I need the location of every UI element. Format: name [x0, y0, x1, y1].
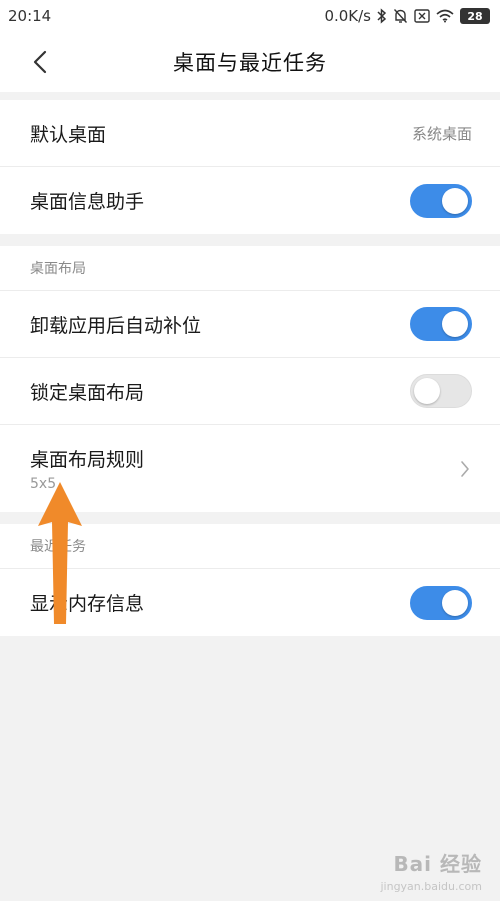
desktop-assistant-label: 桌面信息助手 [30, 191, 145, 213]
toggle-knob [442, 187, 468, 214]
default-launcher-row[interactable]: 默认桌面 系统桌面 [0, 100, 500, 167]
show-memory-label: 显示内存信息 [30, 593, 145, 615]
chevron-left-icon [33, 50, 47, 74]
toggle-knob [414, 378, 440, 404]
sim-off-icon [414, 9, 430, 23]
section-general: 默认桌面 系统桌面 桌面信息助手 [0, 100, 500, 234]
status-icons: 0.0K/s 28 [324, 7, 490, 25]
section-header-layout: 桌面布局 [0, 246, 500, 291]
lock-layout-row[interactable]: 锁定桌面布局 [0, 358, 500, 425]
status-bar: 20:14 0.0K/s 28 [0, 0, 500, 32]
battery-icon: 28 [460, 8, 490, 24]
section-header-recent: 最近任务 [0, 524, 500, 569]
layout-rule-row[interactable]: 桌面布局规则 5x5 [0, 425, 500, 512]
section-divider [0, 512, 500, 524]
desktop-assistant-toggle[interactable] [410, 183, 472, 218]
layout-rule-text: 桌面布局规则 5x5 [30, 445, 144, 492]
chevron-right-icon [458, 459, 472, 479]
lock-layout-toggle[interactable] [410, 374, 472, 408]
wifi-icon [436, 9, 454, 23]
watermark-subtext: jingyan.baidu.com [380, 880, 482, 893]
section-layout: 桌面布局 卸载应用后自动补位 锁定桌面布局 桌面布局规则 5x5 [0, 246, 500, 512]
auto-fill-toggle[interactable] [410, 307, 472, 341]
mute-bell-icon [393, 8, 408, 24]
watermark: Bai 经验 jingyan.baidu.com [380, 848, 482, 893]
toggle-knob [442, 589, 468, 616]
status-time: 20:14 [8, 7, 52, 25]
show-memory-toggle[interactable] [410, 585, 472, 620]
section-recent: 最近任务 显示内存信息 [0, 524, 500, 636]
app-header: 桌面与最近任务 [0, 32, 500, 92]
section-divider [0, 234, 500, 246]
show-memory-row[interactable]: 显示内存信息 [0, 569, 500, 636]
toggle-knob [442, 311, 468, 337]
default-launcher-label: 默认桌面 [30, 123, 107, 146]
layout-rule-value: 5x5 [30, 476, 57, 492]
back-button[interactable] [24, 46, 56, 78]
bluetooth-icon [377, 8, 387, 24]
header-spacer [0, 92, 500, 100]
network-speed: 0.0K/s [324, 7, 371, 25]
auto-fill-label: 卸载应用后自动补位 [30, 314, 202, 337]
page-title: 桌面与最近任务 [173, 51, 327, 75]
default-launcher-value: 系统桌面 [411, 124, 472, 143]
desktop-assistant-row[interactable]: 桌面信息助手 [0, 167, 500, 234]
layout-rule-label: 桌面布局规则 [30, 449, 145, 471]
lock-layout-label: 锁定桌面布局 [30, 381, 145, 404]
watermark-text: Bai 经验 [393, 852, 482, 876]
auto-fill-row[interactable]: 卸载应用后自动补位 [0, 291, 500, 358]
